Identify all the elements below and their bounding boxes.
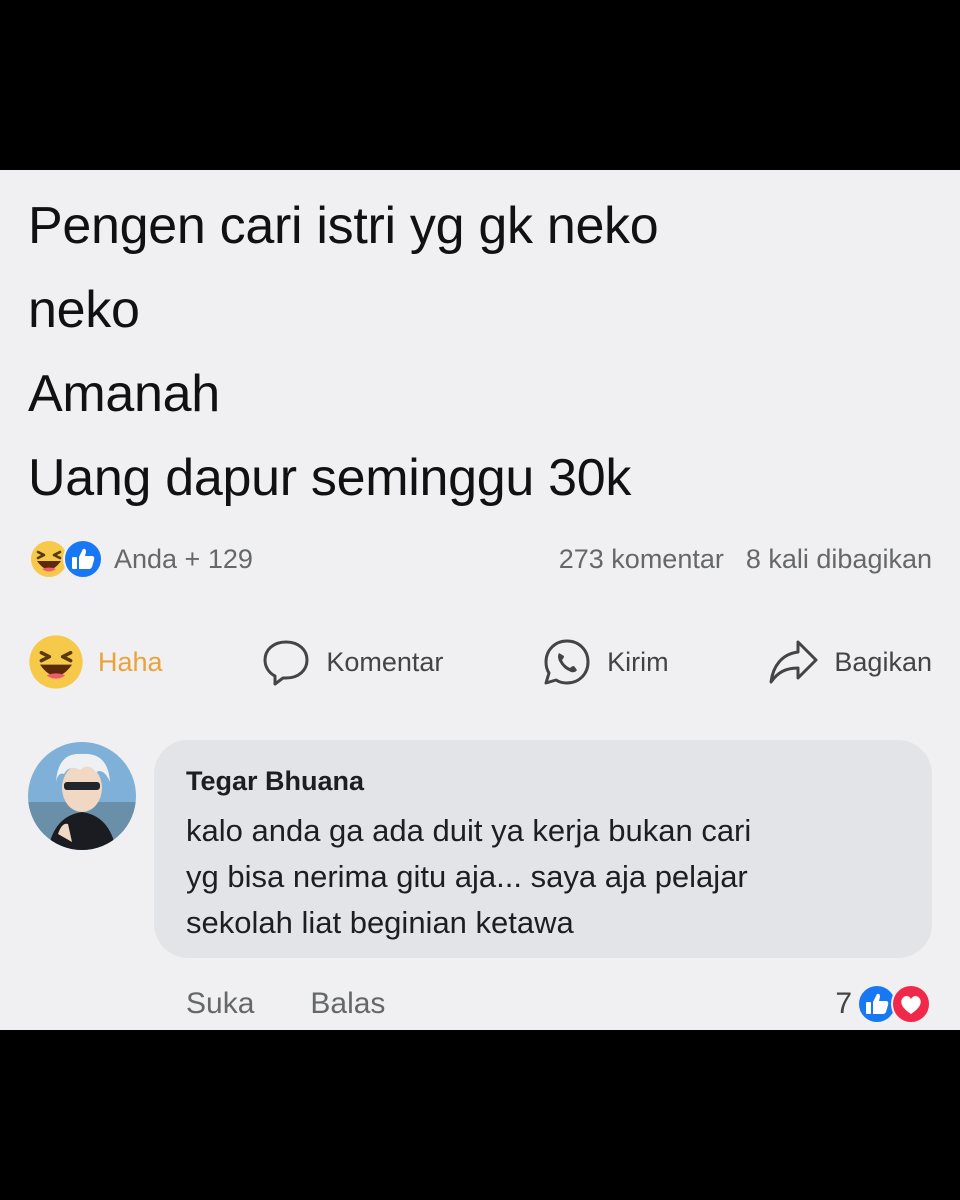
share-arrow-icon bbox=[769, 640, 818, 684]
avatar-image bbox=[28, 742, 136, 850]
share-label: Bagikan bbox=[834, 646, 932, 677]
haha-label: Haha bbox=[98, 646, 163, 677]
comment-line: sekolah liat beginian ketawa bbox=[186, 905, 574, 940]
comment-bubble-icon bbox=[263, 640, 309, 686]
reactors-text: Anda + 129 bbox=[114, 543, 253, 574]
comment-text: kalo anda ga ada duit ya kerja bukan car… bbox=[186, 808, 906, 946]
comment-bubble: Tegar Bhuana kalo anda ga ada duit ya ke… bbox=[154, 740, 932, 958]
comment-author[interactable]: Tegar Bhuana bbox=[186, 766, 364, 797]
haha-icon bbox=[29, 635, 83, 689]
post-text: Pengen cari istri yg gk neko neko Amanah… bbox=[28, 184, 928, 520]
reactions-summary[interactable]: Anda + 129 bbox=[28, 538, 559, 580]
share-button[interactable]: Bagikan bbox=[766, 636, 932, 688]
comment-button[interactable]: Komentar bbox=[260, 636, 443, 688]
reaction-stack bbox=[28, 538, 104, 580]
post-screen: Pengen cari istri yg gk neko neko Amanah… bbox=[0, 170, 960, 1030]
post-line: neko bbox=[28, 281, 140, 339]
post-stats: Anda + 129 273 komentar 8 kali dibagikan bbox=[28, 536, 932, 582]
comment-actions: Suka Balas 7 bbox=[186, 978, 932, 1030]
haha-button[interactable]: Haha bbox=[28, 634, 163, 690]
send-label: Kirim bbox=[607, 646, 669, 677]
comment-reply-button[interactable]: Balas bbox=[310, 987, 385, 1021]
send-button[interactable]: Kirim bbox=[541, 636, 669, 688]
whatsapp-icon bbox=[544, 639, 590, 685]
post-line: Pengen cari istri yg gk neko bbox=[28, 197, 659, 255]
post-action-bar: Haha Komentar Kirim Bagikan bbox=[28, 632, 932, 692]
love-icon[interactable] bbox=[890, 983, 932, 1025]
comment-like-button[interactable]: Suka bbox=[186, 987, 254, 1021]
like-icon bbox=[63, 539, 103, 579]
comment-reaction-count: 7 bbox=[835, 987, 852, 1020]
comment-label: Komentar bbox=[326, 646, 444, 677]
comment-line: kalo anda ga ada duit ya kerja bukan car… bbox=[186, 813, 752, 848]
comment-count[interactable]: 273 komentar bbox=[559, 544, 724, 575]
post-line: Uang dapur seminggu 30k bbox=[28, 449, 632, 507]
comment-line: yg bisa nerima gitu aja... saya aja pela… bbox=[186, 859, 748, 894]
avatar[interactable] bbox=[28, 742, 136, 850]
post-line: Amanah bbox=[28, 365, 220, 423]
share-count[interactable]: 8 kali dibagikan bbox=[746, 544, 932, 575]
